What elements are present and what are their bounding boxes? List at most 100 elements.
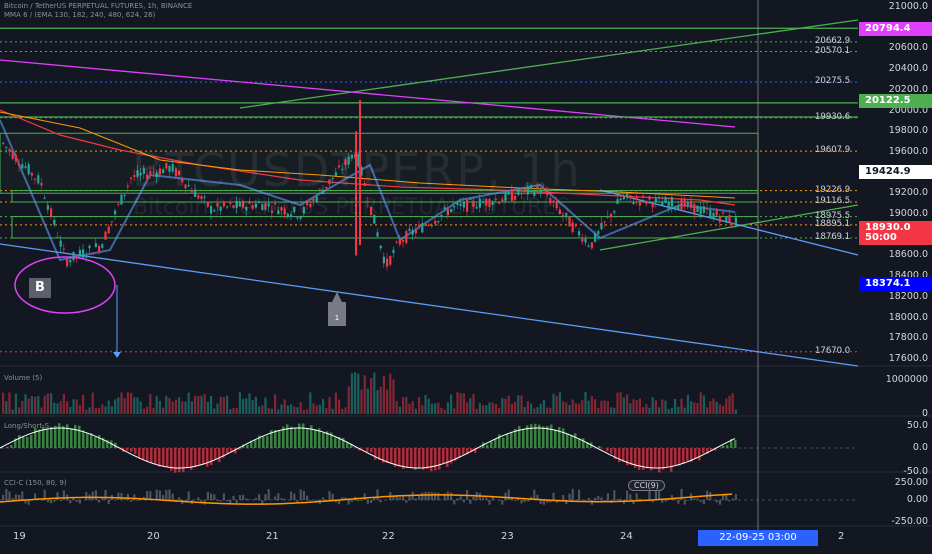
cci-bar (658, 491, 660, 500)
chart-canvas[interactable]: 1 (0, 0, 932, 550)
candle-body (60, 241, 62, 247)
symbol-header[interactable]: Bitcoin / TetherUS PERPETUAL FUTURES, 1h… (4, 2, 192, 10)
longshort-bar (562, 428, 565, 448)
volume-bar (392, 380, 394, 414)
volume-bar (21, 401, 23, 414)
cci-bar (600, 497, 602, 500)
longshort-pane-title[interactable]: Long/Short-S (4, 422, 49, 430)
price-level-label: 20662.9 (815, 36, 850, 46)
candle-body (428, 225, 430, 226)
volume-bar (440, 408, 442, 414)
volume-bar (703, 395, 705, 414)
longshort-bar (670, 448, 673, 472)
cci-bar (277, 493, 279, 500)
volume-bar (556, 396, 558, 414)
longshort-bar (82, 430, 85, 448)
cci-bar (520, 500, 522, 503)
longshort-bar (686, 448, 689, 461)
volume-bar (389, 374, 391, 414)
volume-bar (652, 397, 654, 414)
volume-bar (376, 390, 378, 414)
volume-bar (485, 405, 487, 414)
price-tag: 19424.9 (859, 165, 932, 179)
chart-area[interactable]: 1 (0, 0, 932, 550)
longshort-bar (570, 436, 573, 448)
volume-bar (370, 378, 372, 414)
cci-bar (280, 498, 282, 500)
volume-bar (76, 399, 78, 414)
volume-bar (252, 400, 254, 414)
candle-body (703, 206, 705, 213)
price-tag: 20122.5 (859, 94, 932, 108)
longshort-bar (162, 448, 165, 466)
time-axis-day: 19 (13, 531, 26, 542)
volume-bar (495, 404, 497, 414)
volume-bar (28, 399, 30, 414)
volume-bar (575, 403, 577, 414)
cci-pane-title[interactable]: CCI-C (150, 80, 9) (4, 479, 67, 487)
volume-bar (194, 396, 196, 414)
cci-bar (5, 489, 7, 500)
price-level-label: 18769.1 (815, 232, 850, 242)
longshort-bar (430, 448, 433, 471)
cci-bar (453, 500, 455, 504)
volume-bar (360, 390, 362, 414)
volume-bar (415, 409, 417, 414)
longshort-bar (386, 448, 389, 463)
volume-bar (565, 402, 567, 414)
longshort-bar (398, 448, 401, 467)
indicator-header[interactable]: MMA 6 / (EMA 130, 182, 240, 480, 624, 26… (4, 11, 155, 19)
volume-bar (450, 395, 452, 414)
volume-bar (594, 399, 596, 414)
candle-body (405, 231, 407, 243)
longshort-bar (322, 433, 325, 448)
cci-bar (524, 500, 526, 502)
cci-bar (12, 498, 14, 500)
volume-bar (156, 396, 158, 414)
cci-bar (629, 494, 631, 500)
volume-bar (24, 394, 26, 414)
volume-bar (472, 394, 474, 414)
volume-bar (149, 394, 151, 414)
volume-bar (501, 398, 503, 414)
volume-bar (412, 401, 414, 414)
longshort-bar (438, 448, 441, 470)
cci-bar (226, 500, 228, 501)
longshort-bar (294, 429, 297, 448)
candle-body (396, 242, 398, 243)
volume-bar (242, 399, 244, 414)
volume-bar (460, 393, 462, 414)
volume-bar (492, 403, 494, 414)
candle-body (636, 197, 638, 200)
candle-body (50, 208, 52, 216)
volume-bar (613, 408, 615, 414)
volume-bar (572, 400, 574, 414)
volume-pane-title[interactable]: Volume (5) (4, 374, 42, 382)
volume-bar (536, 407, 538, 414)
volume-bar (527, 401, 529, 414)
longshort-bar (198, 448, 201, 466)
cci-bar (696, 499, 698, 500)
volume-bar (287, 405, 289, 414)
cci-bar (2, 495, 4, 500)
candle-body (5, 147, 7, 148)
volume-bar (2, 393, 4, 414)
marker-b-label[interactable]: B (29, 278, 51, 298)
volume-bar (53, 403, 55, 414)
candle-body (92, 253, 94, 255)
longshort-bar (210, 448, 213, 465)
cci-bar (418, 496, 420, 500)
candle-body (632, 203, 634, 205)
volume-bar (207, 402, 209, 414)
cci-bar (168, 489, 170, 500)
longshort-bar (390, 448, 393, 463)
cci-bar (322, 498, 324, 500)
volume-bar (40, 408, 42, 414)
cci-bar (399, 497, 401, 500)
volume-bar (466, 402, 468, 414)
cci-bar (552, 493, 554, 500)
cci-bar (223, 493, 225, 500)
longshort-bar (558, 427, 561, 448)
candle-body (575, 224, 577, 226)
volume-bar (162, 408, 164, 414)
